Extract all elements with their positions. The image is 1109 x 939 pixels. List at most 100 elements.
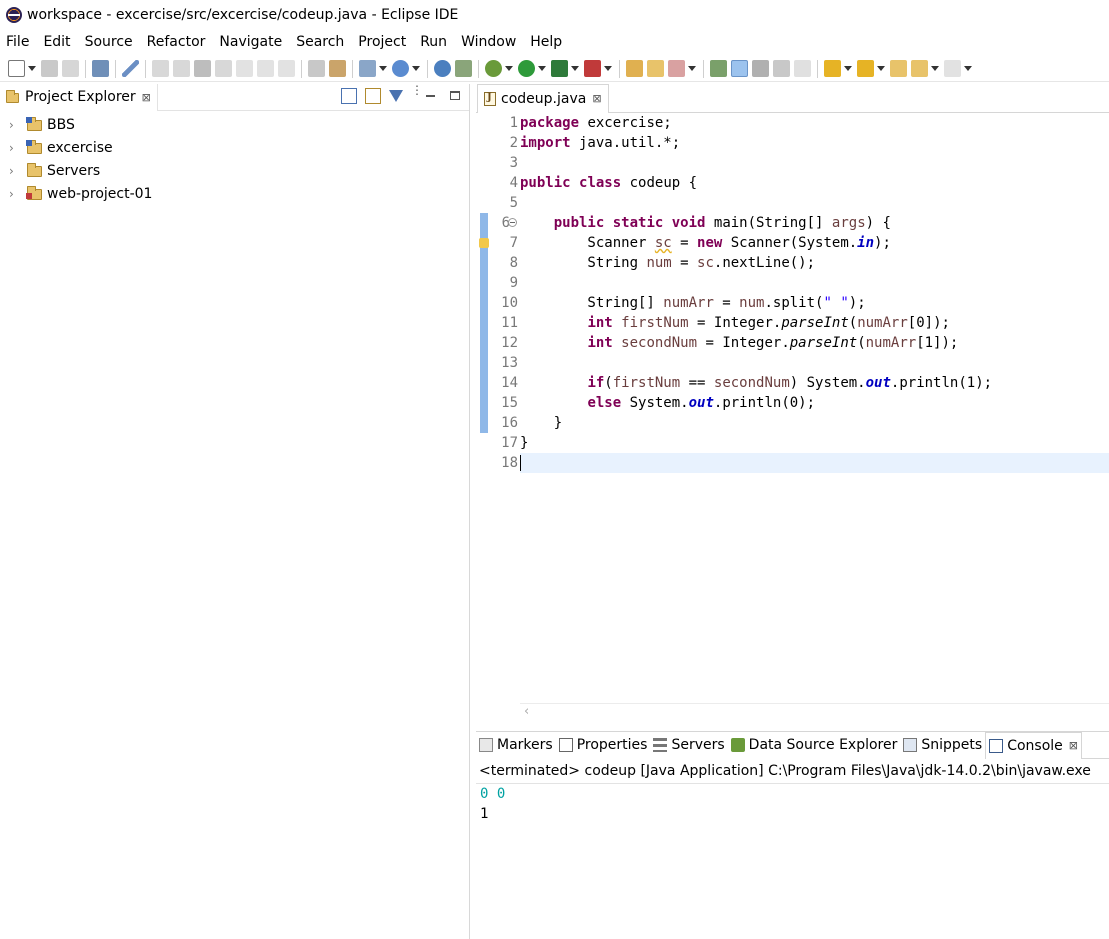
code-line: else System.out.println(0); bbox=[587, 395, 816, 411]
open-folder-icon[interactable] bbox=[647, 60, 664, 77]
view-menu-icon[interactable]: ⋮ bbox=[411, 84, 423, 104]
close-icon[interactable]: ⊠ bbox=[1069, 739, 1078, 752]
menu-window[interactable]: Window bbox=[461, 34, 516, 50]
tab-codeup-java[interactable]: codeup.java ⊠ bbox=[477, 83, 609, 113]
tab-data-source-explorer[interactable]: Data Source Explorer bbox=[727, 731, 901, 759]
terminal-icon[interactable] bbox=[92, 60, 109, 77]
disconnect-icon[interactable] bbox=[215, 60, 232, 77]
back-icon[interactable] bbox=[911, 60, 928, 77]
resume-icon[interactable] bbox=[152, 60, 169, 77]
skip-breakpoints-icon[interactable] bbox=[122, 60, 139, 77]
external-tools-icon[interactable] bbox=[584, 60, 601, 77]
chevron-right-icon[interactable]: › bbox=[9, 118, 21, 132]
overview-gutter bbox=[476, 113, 489, 703]
toolbar-separator bbox=[352, 59, 353, 78]
code-area[interactable]: 1 2 3 4 5 6 7 8 9 10 11 12 13 14 15 16 1… bbox=[476, 113, 1109, 703]
chevron-right-icon[interactable]: › bbox=[9, 141, 21, 155]
new-icon[interactable] bbox=[8, 60, 25, 77]
code-editor: codeup.java ⊠ 1 2 3 4 5 6 7 8 9 10 11 12… bbox=[476, 83, 1109, 726]
new-java-class-icon[interactable] bbox=[392, 60, 409, 77]
menu-edit[interactable]: Edit bbox=[43, 34, 70, 50]
forward-icon[interactable] bbox=[944, 60, 961, 77]
tab-servers[interactable]: Servers bbox=[650, 731, 728, 759]
line-number: 8 bbox=[509, 255, 518, 271]
filter-icon[interactable] bbox=[389, 90, 403, 102]
next-annotation-icon[interactable] bbox=[824, 60, 841, 77]
new-java-project-dropdown-icon[interactable] bbox=[379, 66, 387, 71]
menu-project[interactable]: Project bbox=[358, 34, 406, 50]
pilcrow-icon[interactable] bbox=[794, 60, 811, 77]
tab-label: Markers bbox=[497, 737, 553, 753]
close-icon[interactable]: ⊠ bbox=[592, 92, 601, 105]
tab-markers[interactable]: Markers bbox=[476, 731, 556, 759]
show-whitespace-icon[interactable] bbox=[773, 60, 790, 77]
run-dropdown-icon[interactable] bbox=[538, 66, 546, 71]
new-dropdown-icon[interactable] bbox=[28, 66, 36, 71]
previous-annotation-dropdown-icon[interactable] bbox=[877, 66, 885, 71]
next-annotation-dropdown-icon[interactable] bbox=[844, 66, 852, 71]
menu-source[interactable]: Source bbox=[85, 34, 133, 50]
code-text[interactable]: package excercise; import java.util.*; p… bbox=[520, 113, 1109, 473]
save-all-icon[interactable] bbox=[62, 60, 79, 77]
tree-item-servers[interactable]: › Servers bbox=[0, 159, 469, 182]
tab-console[interactable]: Console ⊠ bbox=[985, 731, 1082, 759]
tree-item-bbs[interactable]: › BBS bbox=[0, 113, 469, 136]
link-with-editor-icon[interactable] bbox=[365, 88, 381, 104]
step-return-icon[interactable] bbox=[278, 60, 295, 77]
chevron-right-icon[interactable]: › bbox=[9, 187, 21, 201]
open-browser-icon[interactable] bbox=[434, 60, 451, 77]
scroll-left-icon[interactable]: ‹ bbox=[524, 704, 529, 719]
close-icon[interactable]: ⊠ bbox=[142, 91, 151, 104]
coverage-dropdown-icon[interactable] bbox=[571, 66, 579, 71]
open-project-icon[interactable] bbox=[626, 60, 643, 77]
minimize-icon[interactable] bbox=[423, 88, 439, 104]
menu-file[interactable]: File bbox=[6, 34, 29, 50]
suspend-icon[interactable] bbox=[173, 60, 190, 77]
toggle-mark-occurrences-icon[interactable] bbox=[731, 60, 748, 77]
back-dropdown-icon[interactable] bbox=[931, 66, 939, 71]
menu-help[interactable]: Help bbox=[530, 34, 562, 50]
console-output[interactable]: 0 0 1 bbox=[476, 784, 1109, 824]
menu-search[interactable]: Search bbox=[296, 34, 344, 50]
coverage-icon[interactable] bbox=[551, 60, 568, 77]
tree-item-excercise[interactable]: › excercise bbox=[0, 136, 469, 159]
toolbar-separator bbox=[703, 59, 704, 78]
menu-refactor[interactable]: Refactor bbox=[147, 34, 206, 50]
previous-annotation-icon[interactable] bbox=[857, 60, 874, 77]
new-java-class-dropdown-icon[interactable] bbox=[412, 66, 420, 71]
drop-to-frame-icon[interactable] bbox=[308, 60, 325, 77]
tab-snippets[interactable]: Snippets bbox=[900, 731, 986, 759]
new-java-project-icon[interactable] bbox=[359, 60, 376, 77]
menu-run[interactable]: Run bbox=[420, 34, 447, 50]
forward-dropdown-icon[interactable] bbox=[964, 66, 972, 71]
save-icon[interactable] bbox=[41, 60, 58, 77]
use-step-filters-icon[interactable] bbox=[329, 60, 346, 77]
chevron-right-icon[interactable]: › bbox=[9, 164, 21, 178]
run-icon[interactable] bbox=[518, 60, 535, 77]
project-explorer-view: Project Explorer ⊠ ⋮ › BBS › excercise ›… bbox=[0, 83, 470, 939]
toggle-breadcrumb-icon[interactable] bbox=[710, 60, 727, 77]
external-tools-dropdown-icon[interactable] bbox=[604, 66, 612, 71]
code-line: String[] numArr = num.split(" "); bbox=[520, 295, 866, 311]
debug-icon[interactable] bbox=[485, 60, 502, 77]
tab-properties[interactable]: Properties bbox=[555, 731, 651, 759]
bottom-panel: Markers Properties Servers Data Source E… bbox=[476, 731, 1109, 939]
tab-project-explorer[interactable]: Project Explorer ⊠ bbox=[0, 83, 158, 111]
maximize-icon[interactable] bbox=[447, 88, 463, 104]
tree-item-web-project-01[interactable]: › web-project-01 bbox=[0, 182, 469, 205]
debug-dropdown-icon[interactable] bbox=[505, 66, 513, 71]
last-edit-location-icon[interactable] bbox=[890, 60, 907, 77]
menu-navigate[interactable]: Navigate bbox=[219, 34, 282, 50]
horizontal-scrollbar[interactable]: ‹ bbox=[520, 703, 1109, 721]
step-into-icon[interactable] bbox=[236, 60, 253, 77]
launch-dropdown-icon[interactable] bbox=[688, 66, 696, 71]
step-over-icon[interactable] bbox=[257, 60, 274, 77]
line-number: 1 bbox=[509, 115, 518, 131]
collapse-all-icon[interactable] bbox=[341, 88, 357, 104]
terminate-icon[interactable] bbox=[194, 60, 211, 77]
toggle-block-selection-icon[interactable] bbox=[752, 60, 769, 77]
launch-icon[interactable] bbox=[668, 60, 685, 77]
code-line: int secondNum = Integer.parseInt(numArr[… bbox=[587, 335, 959, 351]
fold-toggle-icon[interactable] bbox=[508, 218, 517, 227]
open-type-icon[interactable] bbox=[455, 60, 472, 77]
